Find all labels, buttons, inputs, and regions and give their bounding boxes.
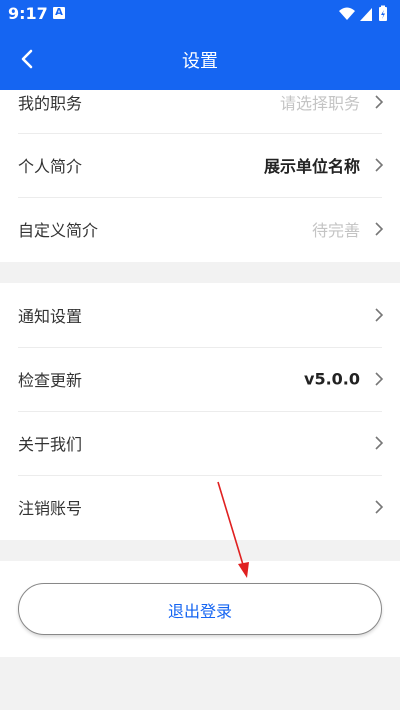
logout-label: 退出登录 xyxy=(167,602,232,621)
notification-badge-icon: A xyxy=(53,7,65,19)
wifi-icon xyxy=(339,7,355,20)
chevron-right-icon xyxy=(375,222,384,236)
settings-section: 通知设置 检查更新 v5.0.0 关于我们 注销账号 xyxy=(0,283,400,540)
version-value: v5.0.0 xyxy=(304,369,360,389)
list-item-notification-settings[interactable]: 通知设置 xyxy=(0,283,400,347)
row-label: 检查更新 xyxy=(18,371,83,390)
row-label: 自定义简介 xyxy=(18,221,99,240)
row-label: 注销账号 xyxy=(18,499,83,518)
list-item-position[interactable]: 我的职务 请选择职务 xyxy=(0,70,400,134)
row-label: 关于我们 xyxy=(18,435,83,454)
row-value: 请选择职务 xyxy=(279,94,360,113)
battery-icon xyxy=(379,5,387,21)
chevron-right-icon xyxy=(375,436,384,450)
logout-button[interactable]: 退出登录 xyxy=(18,583,382,635)
chevron-right-icon xyxy=(375,308,384,322)
status-icons xyxy=(339,5,387,21)
profile-section: 我的职务 请选择职务 个人简介 展示单位名称 自定义简介 待完善 xyxy=(0,90,400,262)
row-label: 个人简介 xyxy=(18,157,83,176)
list-item-custom-bio[interactable]: 自定义简介 待完善 xyxy=(0,197,400,261)
chevron-right-icon xyxy=(375,500,384,514)
row-label: 我的职务 xyxy=(18,94,83,113)
list-item-bio[interactable]: 个人简介 展示单位名称 xyxy=(0,133,400,197)
list-item-check-update[interactable]: 检查更新 v5.0.0 xyxy=(0,347,400,411)
status-time: 9:17 xyxy=(8,4,48,23)
chevron-right-icon xyxy=(375,158,384,172)
row-value: 待完善 xyxy=(311,221,360,240)
status-bar: 9:17 A xyxy=(0,0,400,28)
list-item-about-us[interactable]: 关于我们 xyxy=(0,411,400,475)
logout-section: 退出登录 xyxy=(0,561,400,657)
row-value: 展示单位名称 xyxy=(263,157,360,176)
signal-icon xyxy=(360,8,372,21)
annotation-arrow-icon xyxy=(217,481,249,578)
chevron-right-icon xyxy=(375,372,384,386)
list-item-delete-account[interactable]: 注销账号 xyxy=(0,475,400,539)
row-label: 通知设置 xyxy=(18,307,83,326)
chevron-right-icon xyxy=(375,95,384,109)
